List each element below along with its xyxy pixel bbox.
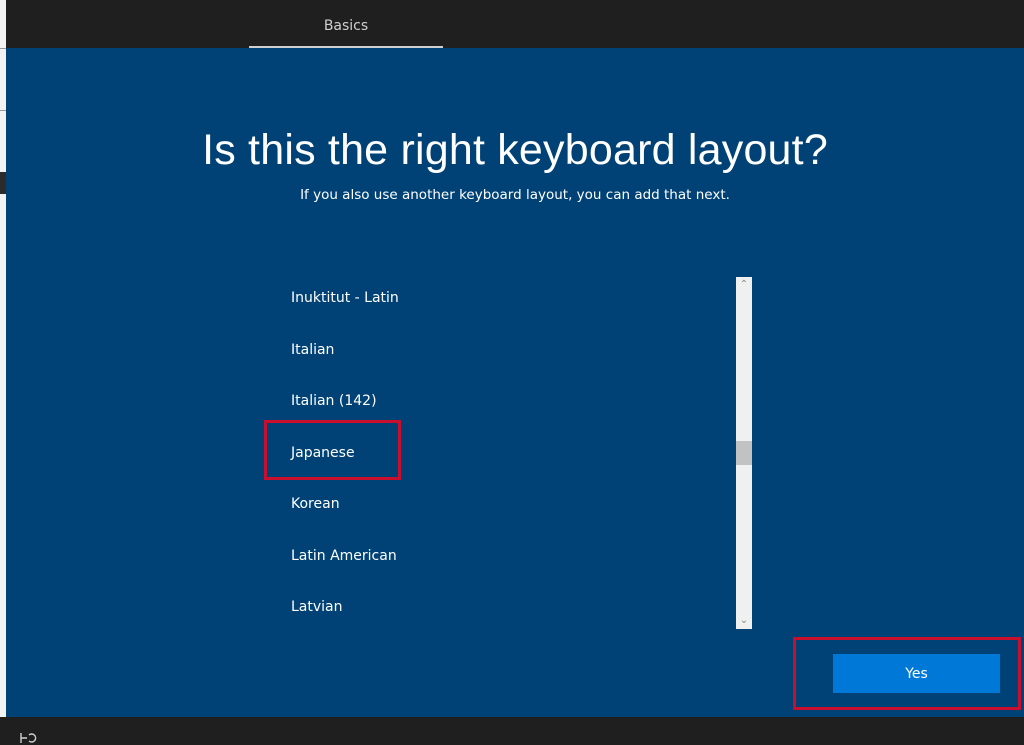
- yes-annotation-box: [793, 637, 1021, 710]
- list-item-korean[interactable]: Korean: [291, 491, 340, 517]
- page-title: Is this the right keyboard layout?: [202, 126, 828, 174]
- tab-basics[interactable]: Basics: [249, 0, 443, 48]
- list-scrollbar[interactable]: ⌃ ⌄: [736, 277, 752, 629]
- list-item-latvian[interactable]: Latvian: [291, 594, 343, 620]
- list-item-italian[interactable]: Italian: [291, 337, 334, 363]
- setup-panel: Is this the right keyboard layout? If yo…: [6, 48, 1024, 717]
- top-navigation-bar: Basics: [6, 0, 1024, 48]
- scrollbar-thumb[interactable]: [736, 441, 752, 465]
- oobe-window: Basics Is this the right keyboard layout…: [0, 0, 1024, 745]
- tab-basics-label: Basics: [323, 18, 369, 34]
- list-item-latin-american[interactable]: Latin American: [291, 543, 397, 569]
- list-item-italian-142[interactable]: Italian (142): [291, 388, 377, 414]
- scroll-down-arrow-icon[interactable]: ⌄: [736, 613, 752, 629]
- accessibility-icon[interactable]: [18, 731, 40, 745]
- selection-annotation-box: [264, 420, 401, 480]
- scroll-up-arrow-icon[interactable]: ⌃: [736, 277, 752, 293]
- page-subtitle: If you also use another keyboard layout,…: [300, 187, 730, 203]
- bottom-bar: [0, 717, 1024, 745]
- list-item-inuktitut-latin[interactable]: Inuktitut - Latin: [291, 285, 399, 311]
